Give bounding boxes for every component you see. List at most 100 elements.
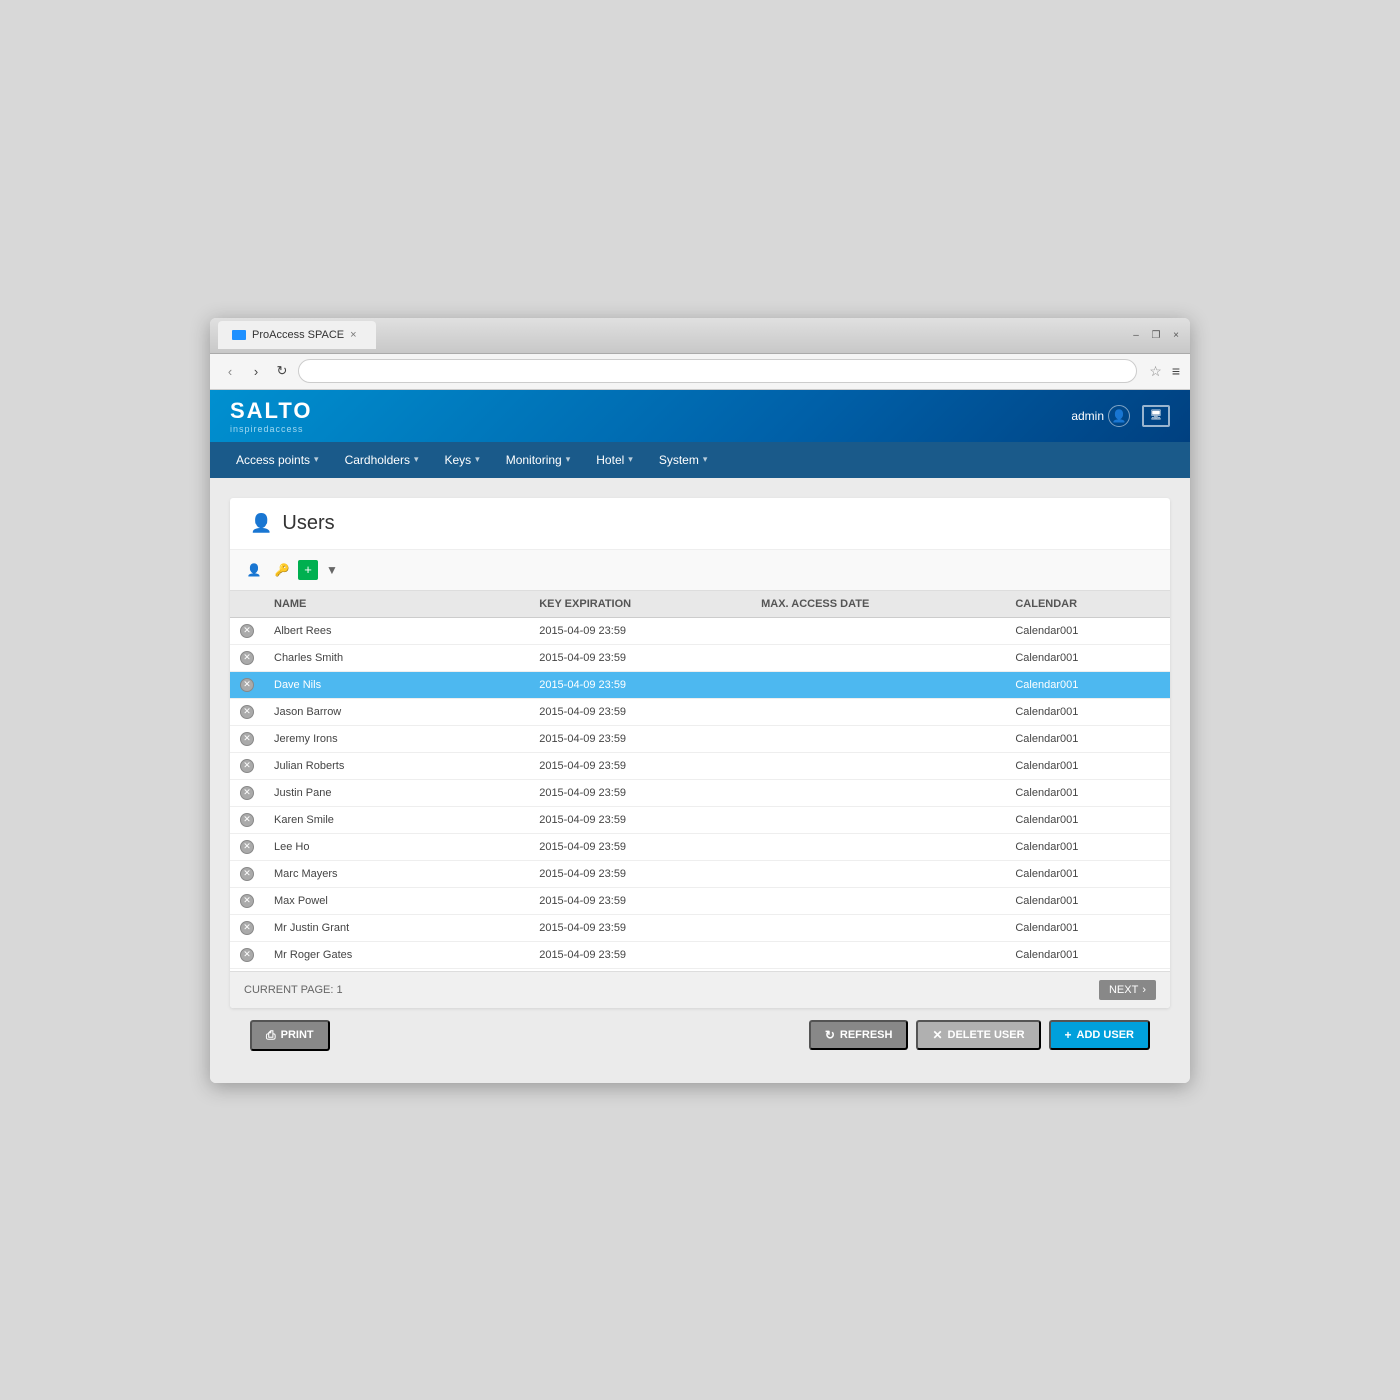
add-icon: + (1065, 1028, 1072, 1042)
nav-item-monitoring[interactable]: Monitoring ▾ (494, 445, 583, 475)
next-page-button[interactable]: NEXT › (1099, 980, 1156, 1000)
table-row[interactable]: ✕Karen Smile2015-04-09 23:59Calendar001 (230, 806, 1170, 833)
print-label: PRINT (281, 1029, 314, 1041)
table-row[interactable]: ✕Lee Ho2015-04-09 23:59Calendar001 (230, 833, 1170, 860)
row-key-expiration: 2015-04-09 23:59 (529, 725, 751, 752)
print-icon: ⎙ (266, 1028, 276, 1043)
table-row[interactable]: ✕Dave Nils2015-04-09 23:59Calendar001 (230, 671, 1170, 698)
tab-favicon-icon (232, 330, 246, 340)
table-row[interactable]: ✕Mr Roger Gates2015-04-09 23:59Calendar0… (230, 941, 1170, 968)
nav-keys-label: Keys (444, 453, 471, 467)
table-row[interactable]: ✕Mr Roland King2015-04-09 23:59Calendar0… (230, 968, 1170, 971)
table-row[interactable]: ✕Julian Roberts2015-04-09 23:59Calendar0… (230, 752, 1170, 779)
close-button[interactable]: × (1170, 329, 1182, 341)
col-header-key-expiration[interactable]: KEY EXPIRATION (529, 591, 751, 618)
row-status-icon: ✕ (240, 867, 254, 881)
col-header-max-access-date[interactable]: MAX. ACCESS DATE (751, 591, 1005, 618)
row-calendar: Calendar001 (1005, 617, 1170, 644)
row-status-icon: ✕ (240, 921, 254, 935)
key-icon-btn[interactable]: 🔑 (270, 558, 294, 582)
row-name: Julian Roberts (264, 752, 529, 779)
row-key-expiration: 2015-04-09 23:59 (529, 752, 751, 779)
row-max-access-date (751, 671, 1005, 698)
col-header-name[interactable]: NAME (264, 591, 529, 618)
print-button[interactable]: ⎙ PRINT (250, 1020, 330, 1051)
row-max-access-date (751, 914, 1005, 941)
monitor-icon[interactable]: 🖥 (1142, 405, 1170, 427)
system-chevron-icon: ▾ (703, 454, 708, 465)
row-name: Charles Smith (264, 644, 529, 671)
row-max-access-date (751, 968, 1005, 971)
row-key-expiration: 2015-04-09 23:59 (529, 968, 751, 971)
row-calendar: Calendar001 (1005, 644, 1170, 671)
table-row[interactable]: ✕Mr Justin Grant2015-04-09 23:59Calendar… (230, 914, 1170, 941)
forward-button[interactable]: › (246, 361, 266, 381)
add-user-button[interactable]: + ADD USER (1049, 1020, 1150, 1050)
row-calendar: Calendar001 (1005, 887, 1170, 914)
row-key-expiration: 2015-04-09 23:59 (529, 806, 751, 833)
add-label: ADD USER (1077, 1029, 1134, 1041)
table-row[interactable]: ✕Jeremy Irons2015-04-09 23:59Calendar001 (230, 725, 1170, 752)
page-card: 👤 Users 👤 🔑 + ▼ (230, 498, 1170, 1008)
row-status-icon: ✕ (240, 759, 254, 773)
row-name: Jason Barrow (264, 698, 529, 725)
nav-item-keys[interactable]: Keys ▾ (432, 445, 491, 475)
nav-item-access-points[interactable]: Access points ▾ (224, 445, 331, 475)
table-row[interactable]: ✕Charles Smith2015-04-09 23:59Calendar00… (230, 644, 1170, 671)
tab-close-icon[interactable]: × (350, 329, 362, 341)
user-menu[interactable]: admin 👤 (1071, 405, 1130, 427)
table-row[interactable]: ✕Marc Mayers2015-04-09 23:59Calendar001 (230, 860, 1170, 887)
row-status-icon: ✕ (240, 678, 254, 692)
row-status-icon: ✕ (240, 948, 254, 962)
col-header-calendar[interactable]: CALENDAR (1005, 591, 1170, 618)
row-key-expiration: 2015-04-09 23:59 (529, 698, 751, 725)
browser-tab[interactable]: ProAccess SPACE × (218, 321, 376, 349)
row-key-expiration: 2015-04-09 23:59 (529, 887, 751, 914)
row-name: Justin Pane (264, 779, 529, 806)
nav-item-hotel[interactable]: Hotel ▾ (584, 445, 645, 475)
row-max-access-date (751, 887, 1005, 914)
row-calendar: Calendar001 (1005, 779, 1170, 806)
row-name: Max Powel (264, 887, 529, 914)
row-calendar: Calendar001 (1005, 725, 1170, 752)
nav-hotel-label: Hotel (596, 453, 624, 467)
table-body: ✕Albert Rees2015-04-09 23:59Calendar001✕… (230, 617, 1170, 971)
tab-title: ProAccess SPACE (252, 329, 344, 341)
current-page-label: CURRENT PAGE: 1 (244, 984, 343, 996)
row-status-icon: ✕ (240, 624, 254, 638)
nav-item-system[interactable]: System ▾ (647, 445, 720, 475)
row-max-access-date (751, 617, 1005, 644)
table-header: NAME KEY EXPIRATION MAX. ACCESS DATE (230, 591, 1170, 618)
row-key-expiration: 2015-04-09 23:59 (529, 833, 751, 860)
content-area: 👤 Users 👤 🔑 + ▼ (210, 478, 1190, 1083)
back-button[interactable]: ‹ (220, 361, 240, 381)
refresh-button[interactable]: ↻ REFRESH (809, 1020, 909, 1050)
restore-button[interactable]: ❐ (1150, 329, 1162, 341)
row-calendar: Calendar001 (1005, 914, 1170, 941)
users-icon-btn[interactable]: 👤 (242, 558, 266, 582)
delete-user-button[interactable]: ✕ DELETE USER (916, 1020, 1040, 1050)
nav-system-label: System (659, 453, 699, 467)
nav-item-cardholders[interactable]: Cardholders ▾ (333, 445, 431, 475)
browser-menu-icon[interactable]: ≡ (1172, 363, 1180, 379)
row-name: Mr Justin Grant (264, 914, 529, 941)
minimize-button[interactable]: – (1130, 329, 1142, 341)
table-row[interactable]: ✕Justin Pane2015-04-09 23:59Calendar001 (230, 779, 1170, 806)
nav-access-points-label: Access points (236, 453, 310, 467)
hotel-chevron-icon: ▾ (628, 454, 633, 465)
add-row-button[interactable]: + (298, 560, 318, 580)
row-max-access-date (751, 806, 1005, 833)
pagination-bar: CURRENT PAGE: 1 NEXT › (230, 971, 1170, 1008)
address-bar[interactable] (298, 359, 1137, 383)
users-table-scroll[interactable]: NAME KEY EXPIRATION MAX. ACCESS DATE (230, 591, 1170, 971)
row-name: Mr Roland King (264, 968, 529, 971)
bookmark-icon[interactable]: ☆ (1149, 363, 1162, 380)
row-status-icon: ✕ (240, 705, 254, 719)
table-row[interactable]: ✕Max Powel2015-04-09 23:59Calendar001 (230, 887, 1170, 914)
table-row[interactable]: ✕Albert Rees2015-04-09 23:59Calendar001 (230, 617, 1170, 644)
refresh-browser-button[interactable]: ↻ (272, 361, 292, 381)
filter-icon-btn[interactable]: ▼ (322, 560, 342, 580)
row-max-access-date (751, 752, 1005, 779)
table-row[interactable]: ✕Jason Barrow2015-04-09 23:59Calendar001 (230, 698, 1170, 725)
header-right: admin 👤 🖥 (1071, 405, 1170, 427)
